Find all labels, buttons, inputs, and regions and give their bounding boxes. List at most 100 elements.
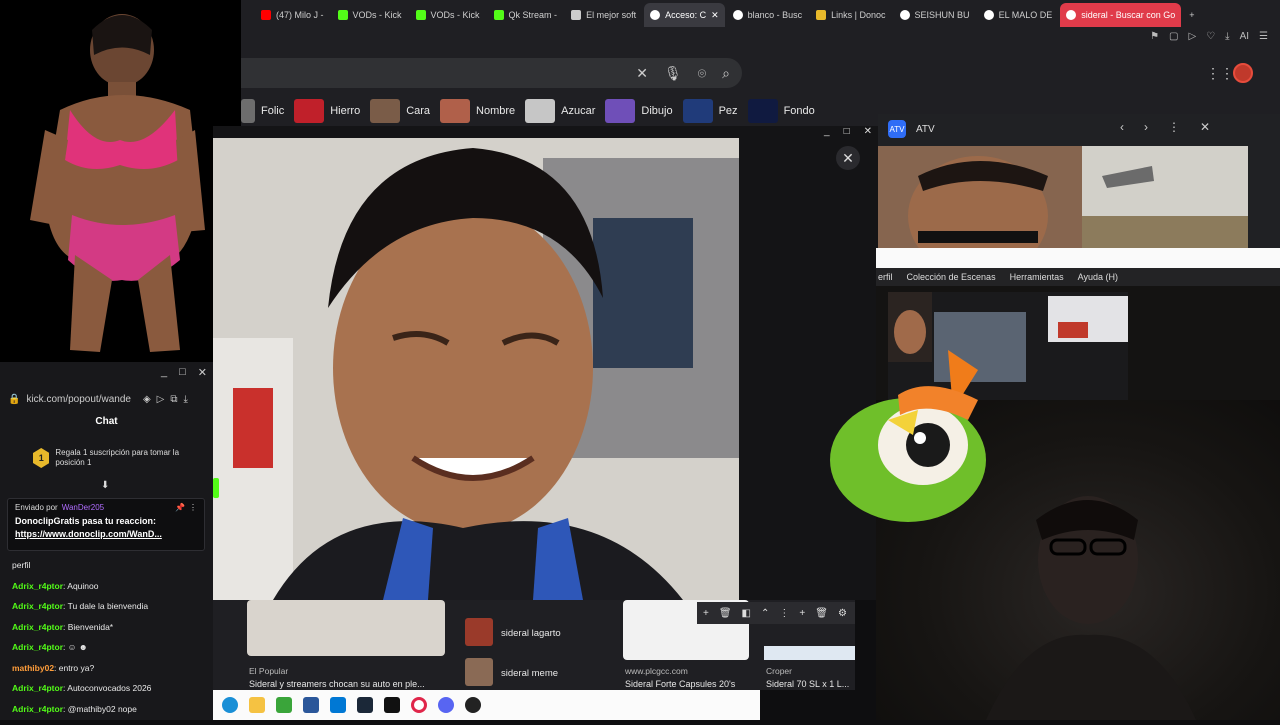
chat-address-bar[interactable]: 🔒 kick.com/popout/wande ◈ ▷ ⧉ ⤓ xyxy=(0,388,213,410)
result-thumbnail[interactable] xyxy=(465,658,493,686)
heart-icon[interactable]: ♡ xyxy=(1206,31,1215,42)
result-title[interactable]: Sideral 70 SL x 1 L... xyxy=(766,679,849,689)
play-icon[interactable]: ▷ xyxy=(1188,31,1196,42)
menu-scene-collection[interactable]: Colección de Escenas xyxy=(907,272,996,282)
chip-folic[interactable]: Folic xyxy=(241,99,284,123)
chip-azucar[interactable]: Azucar xyxy=(525,99,595,123)
chip-pez[interactable]: Pez xyxy=(682,99,738,123)
chat-message: Adrix_r4ptor: Aquinoo xyxy=(12,580,99,591)
atv-video-right[interactable] xyxy=(1082,146,1248,248)
chat-username[interactable]: Adrix_r4ptor xyxy=(12,704,63,714)
search-icon[interactable]: ⌕ xyxy=(722,65,730,82)
browser-tab[interactable]: El mejor soft xyxy=(565,3,642,27)
shield-icon[interactable]: ◈ xyxy=(143,394,151,405)
bookmark-icon[interactable]: ⚑ xyxy=(1150,31,1159,42)
result-thumbnail[interactable] xyxy=(465,618,493,646)
browser-tab[interactable]: VODs - Kick xyxy=(410,3,486,27)
atv-video-left[interactable] xyxy=(878,146,1082,248)
close-icon[interactable]: ✕ xyxy=(198,366,207,384)
chip-nombre[interactable]: Nombre xyxy=(440,99,515,123)
chip-cara[interactable]: Cara xyxy=(370,99,430,123)
browser-tab[interactable]: Qk Stream - xyxy=(488,3,564,27)
chat-username[interactable]: Adrix_r4ptor xyxy=(12,581,63,591)
minimize-icon[interactable]: _ xyxy=(824,126,830,140)
chip-dibujo[interactable]: Dibujo xyxy=(605,99,673,123)
ai-button[interactable]: AI xyxy=(1240,31,1249,42)
account-avatar[interactable] xyxy=(1233,63,1253,83)
search-input[interactable]: ✕ 🎙 ⌾ ⌕ xyxy=(241,58,742,88)
gift-sub-promo[interactable]: 1 Regala 1 suscripción para tomar la pos… xyxy=(33,448,203,468)
pinned-link[interactable]: https://www.donoclip.com/WanD... xyxy=(15,529,197,539)
settings-icon[interactable]: ⚙ xyxy=(838,608,847,619)
discord-icon[interactable] xyxy=(438,697,454,713)
browser-tab[interactable]: SEISHUN BU xyxy=(894,3,976,27)
outlook-icon[interactable] xyxy=(330,697,346,713)
delete-icon[interactable]: 🗑 xyxy=(815,608,828,619)
browser-tab[interactable]: VODs - Kick xyxy=(332,3,408,27)
browser-tab[interactable]: EL MALO DE xyxy=(978,3,1059,27)
result-thumbnail[interactable] xyxy=(764,646,855,660)
chevron-left-icon[interactable]: ‹ xyxy=(1120,120,1124,134)
calculator-icon[interactable] xyxy=(303,697,319,713)
result-title[interactable]: Sideral y streamers chocan su auto en pl… xyxy=(249,679,425,689)
window-icon[interactable]: ▢ xyxy=(1169,31,1178,42)
close-icon[interactable]: ✕ xyxy=(1200,120,1210,134)
extensions-icon[interactable]: ⧉ xyxy=(170,394,177,405)
opera-icon[interactable] xyxy=(411,697,427,713)
browser-tab[interactable]: blanco - Busc xyxy=(727,3,809,27)
viewer-main-photo[interactable] xyxy=(213,138,739,600)
chat-message: Adrix_r4ptor: Tu dale la bienvendia xyxy=(12,601,149,611)
browser-tab-search[interactable]: sideral - Buscar con Go xyxy=(1060,3,1182,27)
minecraft-icon[interactable] xyxy=(276,697,292,713)
close-icon[interactable]: ✕ xyxy=(864,126,872,140)
result-title[interactable]: Sideral Forte Capsules 20's xyxy=(625,679,735,689)
minimize-icon[interactable]: _ xyxy=(161,366,167,384)
more-options-icon[interactable]: ⋮ xyxy=(1168,120,1180,134)
maximize-icon[interactable]: □ xyxy=(179,366,186,384)
up-icon[interactable]: ⌃ xyxy=(761,608,769,619)
close-tab-icon[interactable]: ✕ xyxy=(711,10,719,21)
menu-profile[interactable]: erfil xyxy=(878,272,893,282)
chat-username[interactable]: Adrix_r4ptor xyxy=(12,683,63,693)
browser-tab-active[interactable]: Acceso: C ✕ xyxy=(644,3,725,27)
result-title[interactable]: sideral meme xyxy=(501,668,558,679)
filter-icon[interactable]: ◧ xyxy=(742,608,751,619)
chat-username[interactable]: Adrix_r4ptor xyxy=(12,642,63,652)
play-icon[interactable]: ▷ xyxy=(157,394,165,405)
obs-icon[interactable] xyxy=(465,697,481,713)
download-icon[interactable]: ⤓ xyxy=(184,394,188,405)
chevron-right-icon[interactable]: › xyxy=(1144,120,1148,134)
menu-help[interactable]: Ayuda (H) xyxy=(1078,272,1118,282)
maximize-icon[interactable]: □ xyxy=(844,126,850,140)
add-icon[interactable]: + xyxy=(703,608,709,619)
add-icon[interactable]: + xyxy=(799,608,805,619)
menu-icon[interactable]: ☰ xyxy=(1259,31,1268,42)
camera-lens-icon[interactable]: ⌾ xyxy=(698,65,706,82)
tiktok-icon[interactable] xyxy=(384,697,400,713)
new-tab-button[interactable]: + xyxy=(1183,3,1200,27)
chat-username[interactable]: Adrix_r4ptor xyxy=(12,601,63,611)
pin-icon[interactable]: 📌 xyxy=(175,503,185,512)
download-icon[interactable]: ⤓ xyxy=(1225,31,1229,42)
more-options-icon[interactable]: ⋮ xyxy=(779,608,789,619)
browser-tab[interactable]: Links | Donoc xyxy=(810,3,891,27)
edge-icon[interactable] xyxy=(222,697,238,713)
menu-tools[interactable]: Herramientas xyxy=(1010,272,1064,282)
explorer-icon[interactable] xyxy=(249,697,265,713)
pinned-sender[interactable]: WanDer205 xyxy=(62,503,104,512)
close-viewer-button[interactable]: ✕ xyxy=(836,146,860,170)
steam-icon[interactable] xyxy=(357,697,373,713)
delete-icon[interactable]: 🗑 xyxy=(719,608,732,619)
pinned-message[interactable]: Enviado por WanDer205 📌 ⋮ DonoclipGratis… xyxy=(7,498,205,551)
chat-username[interactable]: mathiby02 xyxy=(12,663,54,673)
clear-search-icon[interactable]: ✕ xyxy=(636,65,648,82)
result-thumbnail[interactable] xyxy=(247,600,445,656)
microphone-icon[interactable]: 🎙 xyxy=(664,65,682,82)
chip-fondo[interactable]: Fondo xyxy=(747,99,815,123)
chat-username[interactable]: Adrix_r4ptor xyxy=(12,622,63,632)
expand-arrow-icon[interactable]: ⬇ xyxy=(101,480,109,491)
chip-hierro[interactable]: Hierro xyxy=(294,99,360,123)
more-options-icon[interactable]: ⋮ xyxy=(189,503,197,512)
browser-tab[interactable]: (47) Milo J - xyxy=(255,3,330,27)
result-title[interactable]: sideral lagarto xyxy=(501,628,561,639)
